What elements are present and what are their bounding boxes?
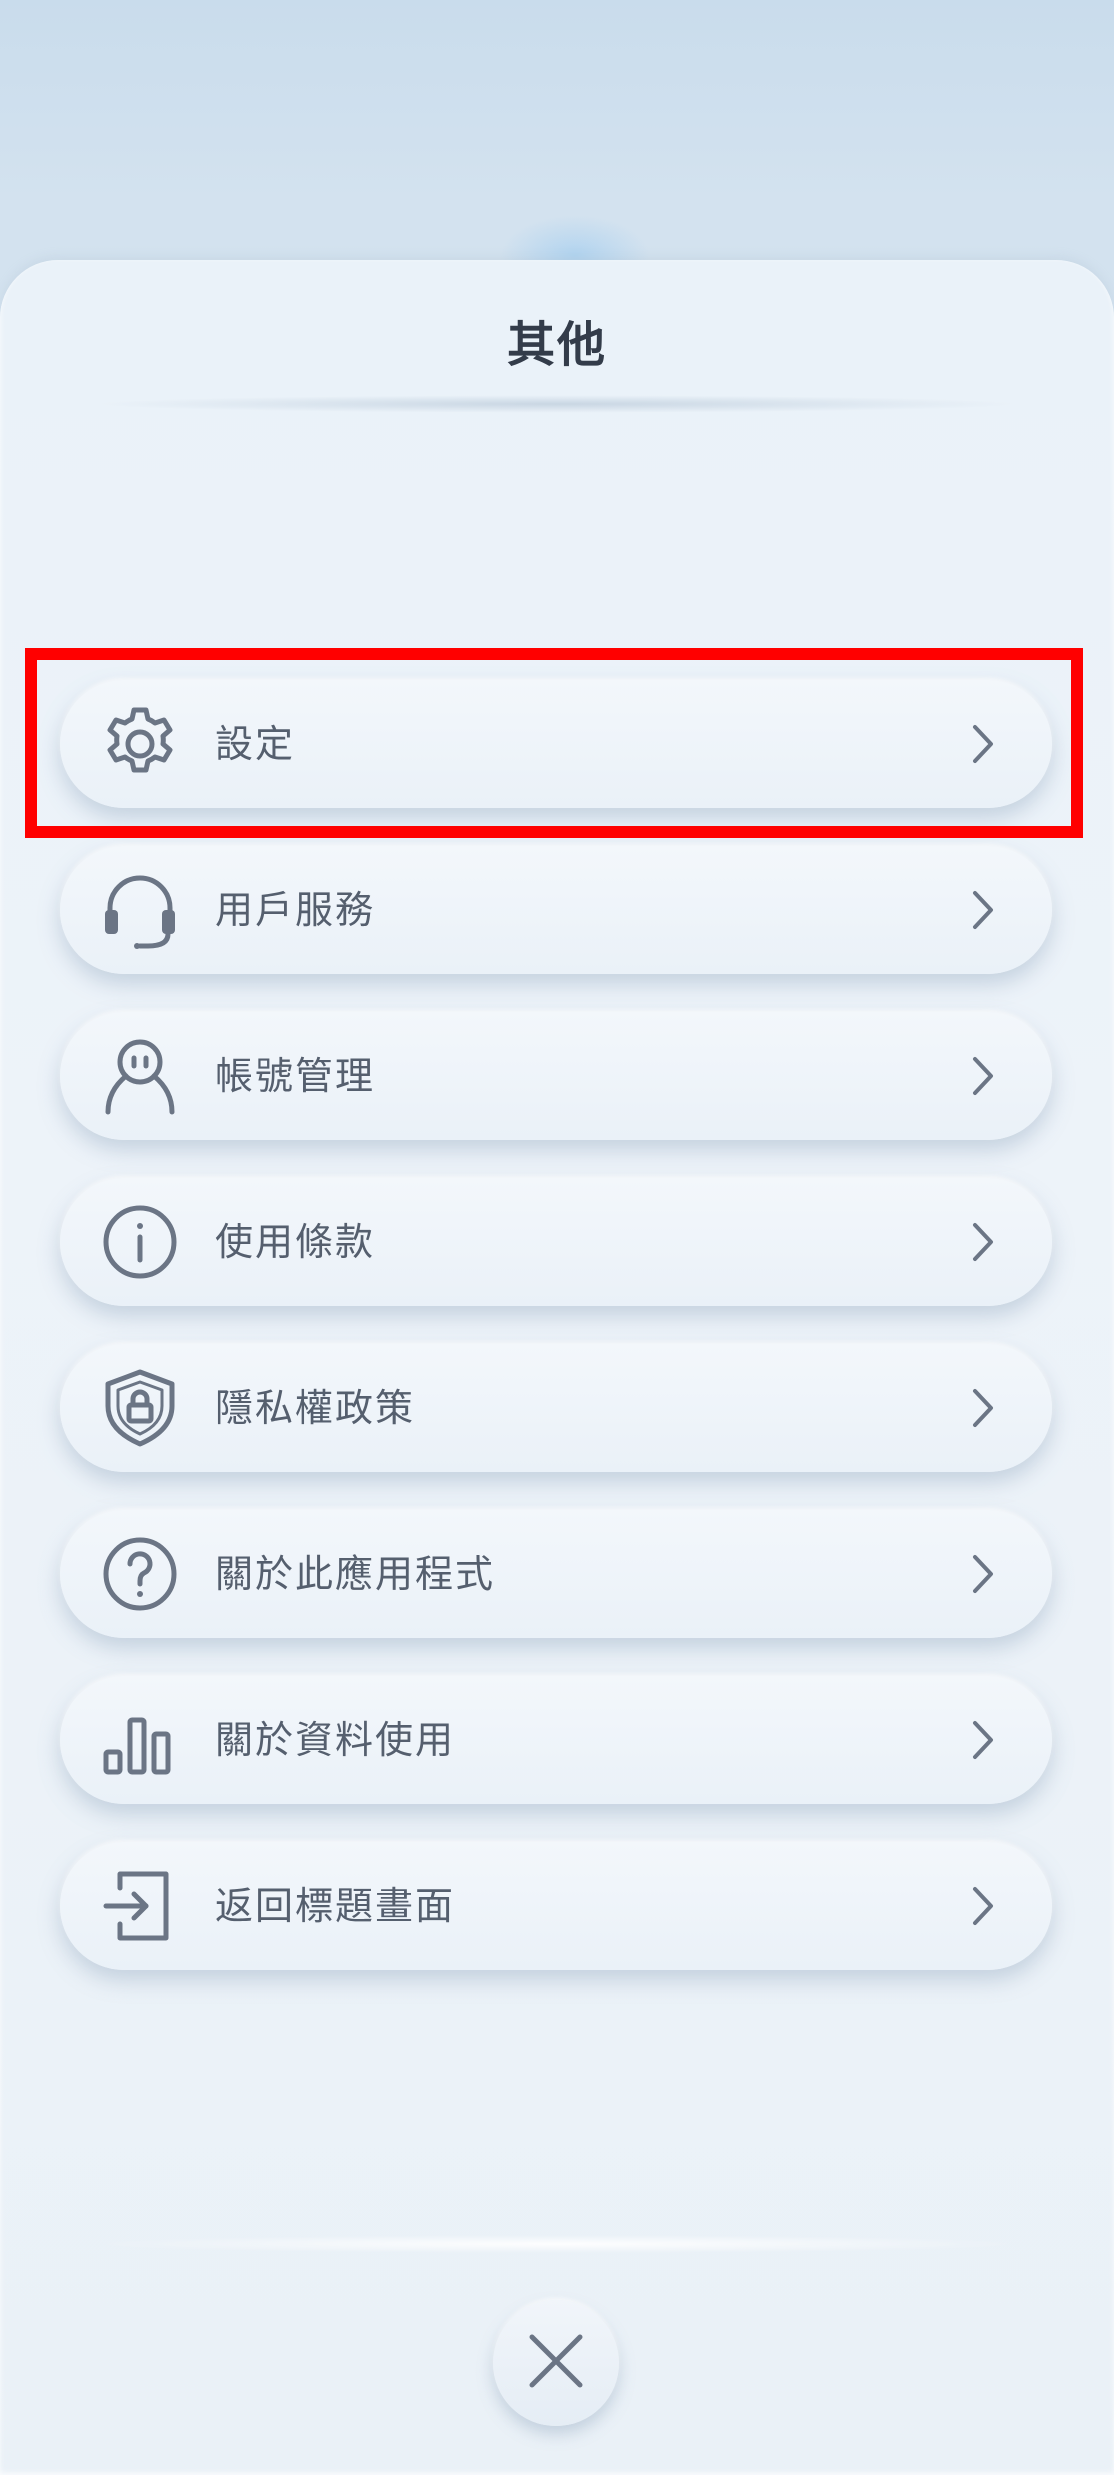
- close-icon: [526, 2331, 586, 2395]
- menu-item-label: 關於此應用程式: [215, 1552, 496, 1596]
- chevron-right-icon: [957, 885, 1007, 935]
- menu-item-about-data-usage[interactable]: 關於資料使用: [60, 1676, 1052, 1804]
- menu-item-label: 隱私權政策: [215, 1386, 416, 1430]
- chevron-right-icon: [957, 1549, 1007, 1599]
- bottom-divider: [90, 2235, 1024, 2253]
- menu-item-settings[interactable]: 設定: [60, 680, 1052, 808]
- menu-item-label: 使用條款: [215, 1220, 376, 1264]
- menu-item-label: 設定: [215, 722, 296, 766]
- menu-item-terms-of-use[interactable]: 使用條款: [60, 1178, 1052, 1306]
- menu-item-return-title[interactable]: 返回標題畫面: [60, 1842, 1052, 1970]
- menu-item-label: 用戶服務: [215, 888, 376, 932]
- question-icon: [100, 1534, 180, 1614]
- menu-item-about-app[interactable]: 關於此應用程式: [60, 1510, 1052, 1638]
- gear-icon: [100, 704, 180, 784]
- menu-item-label: 帳號管理: [215, 1054, 376, 1098]
- chevron-right-icon: [957, 719, 1007, 769]
- menu-list: 設定 用戶服務 帳號管理 使用條款 隱私權政策 關於此應用程式 關於資料使用 返…: [0, 0, 1114, 2475]
- exit-icon: [100, 1866, 180, 1946]
- menu-item-label: 關於資料使用: [215, 1718, 456, 1762]
- chevron-right-icon: [957, 1881, 1007, 1931]
- chevron-right-icon: [957, 1217, 1007, 1267]
- chevron-right-icon: [957, 1383, 1007, 1433]
- shield-lock-icon: [100, 1368, 180, 1448]
- menu-item-privacy-policy[interactable]: 隱私權政策: [60, 1344, 1052, 1472]
- close-button[interactable]: [493, 2300, 619, 2426]
- user-icon: [100, 1036, 180, 1116]
- bar-chart-icon: [100, 1700, 180, 1780]
- menu-item-customer-service[interactable]: 用戶服務: [60, 846, 1052, 974]
- info-icon: [100, 1202, 180, 1282]
- menu-item-label: 返回標題畫面: [215, 1884, 456, 1928]
- chevron-right-icon: [957, 1051, 1007, 1101]
- chevron-right-icon: [957, 1715, 1007, 1765]
- menu-item-account-management[interactable]: 帳號管理: [60, 1012, 1052, 1140]
- headset-icon: [100, 870, 180, 950]
